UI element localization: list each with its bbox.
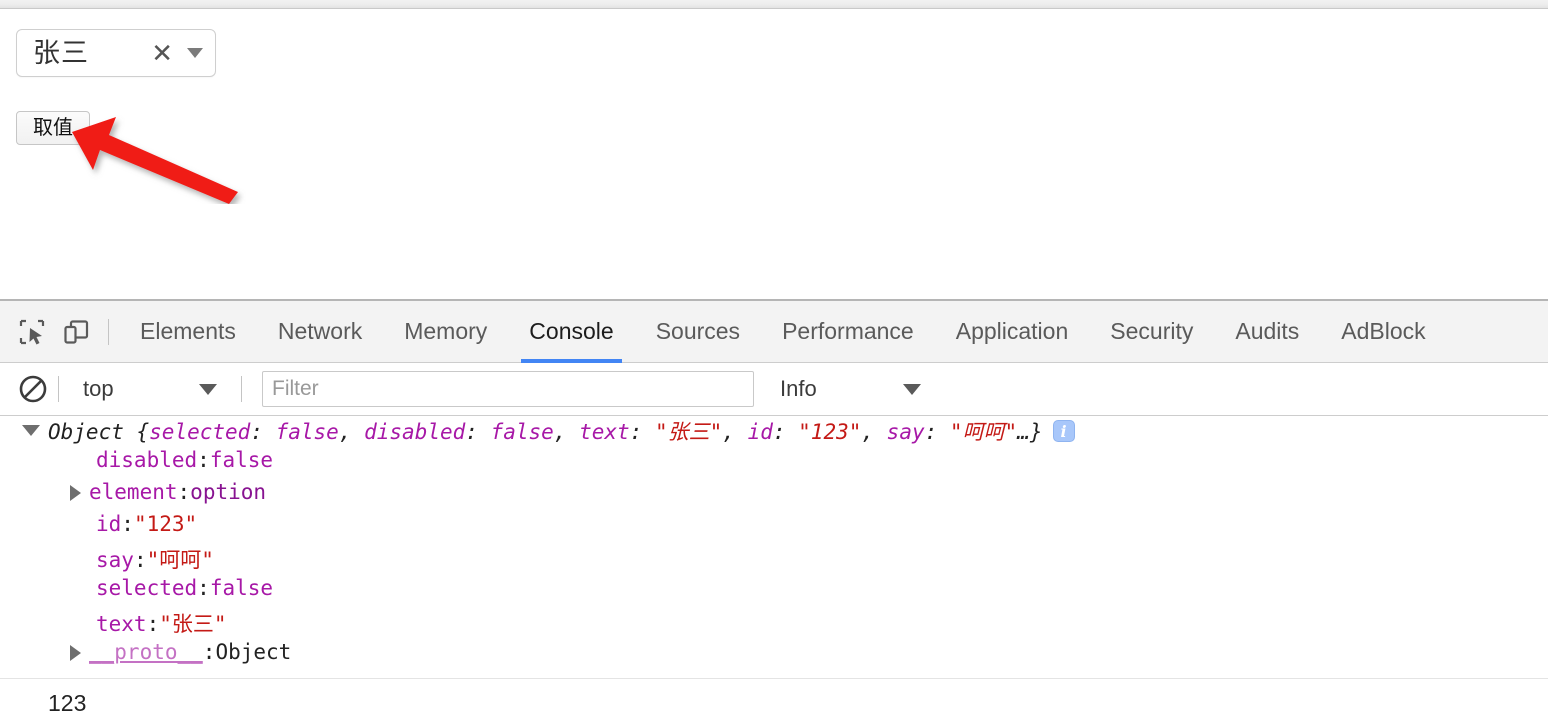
log-level-select[interactable]: Info [780,376,935,402]
property-key-proto: __proto__ [89,640,203,664]
preview-sep: : [250,420,276,444]
property-row[interactable]: text: "张三" [0,608,1548,640]
preview-sep: : [772,420,799,444]
toolbar-divider-2 [58,376,59,402]
property-value: "呵呵" [146,548,214,572]
preview-sep: : [924,420,950,444]
tab-application[interactable]: Application [935,301,1090,363]
property-sep: : [202,640,216,664]
property-value: false [209,448,274,472]
name-select[interactable]: 张三 ✕ [16,29,216,77]
preview-tail: , [722,420,748,444]
object-close-brace: } [1029,420,1043,444]
execution-context-select[interactable]: top [69,376,231,402]
device-toolbar-icon[interactable] [54,310,98,354]
property-key: disabled [96,448,198,472]
preview-value-disabled: false [490,420,554,444]
get-value-button[interactable]: 取值 [16,111,90,145]
property-value: "123" [133,512,198,536]
property-row[interactable]: element: option [0,480,1548,512]
proto-row[interactable]: __proto__: Object [0,640,1548,672]
property-row[interactable]: say: "呵呵" [0,544,1548,576]
preview-sep: : [465,420,491,444]
preview-key-say: say [886,420,925,444]
tab-adblock[interactable]: AdBlock [1320,301,1446,363]
property-sep: : [197,576,210,600]
devtools-tabbar: Elements Network Memory Console Sources … [0,301,1548,363]
browser-chrome-strip [0,0,1548,9]
preview-ellipsis: … [1017,420,1030,444]
preview-value-selected: false [275,420,339,444]
clear-console-icon[interactable] [18,374,48,404]
tab-network[interactable]: Network [257,301,383,363]
tab-sources[interactable]: Sources [635,301,761,363]
red-arrow-annotation [72,117,238,204]
console-toolbar: top Info [0,363,1548,416]
select-selected-value: 张三 [33,37,89,68]
preview-value-id: "123" [798,420,862,444]
preview-tail: , [338,420,365,444]
tab-memory[interactable]: Memory [383,301,508,363]
preview-key-id: id [747,420,773,444]
page-viewport: 张三 ✕ 取值 [0,10,1548,300]
preview-value-say: "呵呵" [949,420,1018,444]
info-badge-icon[interactable]: i [1052,420,1075,442]
property-value: "张三" [159,612,227,636]
triangle-right-icon[interactable] [70,485,81,501]
preview-key-disabled: disabled [364,420,466,444]
triangle-down-icon[interactable] [22,425,40,436]
filter-input[interactable] [262,371,754,407]
property-row[interactable]: selected: false [0,576,1548,608]
object-preview-row[interactable]: Object {selected: false, disabled: false… [0,416,1548,448]
property-sep: : [133,548,147,572]
tab-security[interactable]: Security [1089,301,1214,363]
property-key: element [89,480,178,504]
object-constructor-name: Object [48,420,124,444]
property-sep: : [197,448,210,472]
preview-value-text: "张三" [654,420,723,444]
property-sep: : [121,512,134,536]
property-row[interactable]: id: "123" [0,512,1548,544]
chevron-down-icon [903,383,921,395]
property-sep: : [146,612,160,636]
execution-context-value: top [83,376,114,401]
property-key: text [96,612,147,636]
tab-console[interactable]: Console [508,301,634,363]
console-message-plain[interactable]: 123 [0,686,1548,720]
chevron-down-icon[interactable] [187,48,203,58]
property-value: Object [215,640,292,664]
browser-window: 张三 ✕ 取值 Elements Network Memory Console … [0,0,1548,720]
property-key: id [96,512,122,536]
inspect-element-icon[interactable] [10,310,54,354]
preview-key-selected: selected [149,420,251,444]
chevron-down-icon [199,383,217,395]
log-level-value: Info [780,376,817,401]
property-key: selected [96,576,198,600]
preview-key-text: text [579,420,630,444]
property-key: say [96,548,134,572]
console-output[interactable]: Object {selected: false, disabled: false… [0,416,1548,720]
property-sep: : [177,480,191,504]
close-x-icon[interactable]: ✕ [147,40,177,66]
preview-tail: , [553,420,580,444]
tab-audits[interactable]: Audits [1214,301,1320,363]
object-open-brace: { [123,420,150,444]
toolbar-divider-3 [241,376,242,402]
preview-tail: , [861,420,887,444]
property-value: option [190,480,267,504]
devtools-panel: Elements Network Memory Console Sources … [0,299,1548,720]
property-row[interactable]: disabled: false [0,448,1548,480]
preview-sep: : [629,420,655,444]
property-value: false [209,576,274,600]
console-message-object: Object {selected: false, disabled: false… [0,416,1548,672]
toolbar-divider [108,318,109,345]
tab-performance[interactable]: Performance [761,301,935,363]
tab-elements[interactable]: Elements [119,301,257,363]
triangle-right-icon[interactable] [70,645,81,661]
